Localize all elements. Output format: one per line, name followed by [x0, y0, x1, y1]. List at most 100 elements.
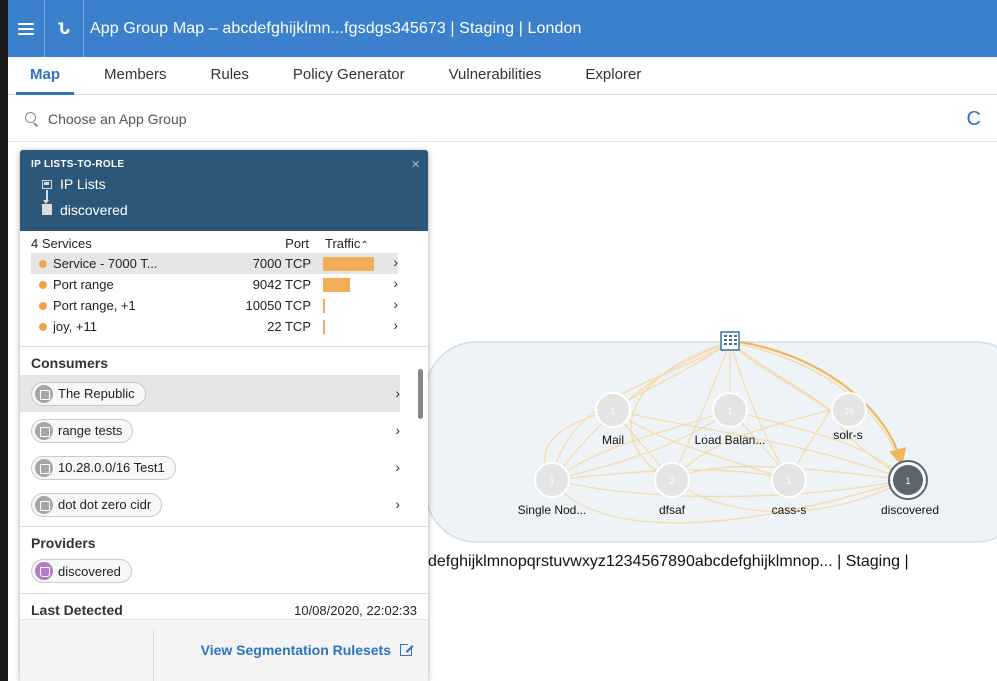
traffic-bar: [323, 256, 383, 271]
node-label-cass-s: cass-s: [771, 503, 807, 517]
services-section: 4 Services Port Traffic⌃ Service - 7000 …: [20, 231, 428, 337]
chevron-right-icon[interactable]: ›: [395, 385, 400, 401]
panel-header: IP LISTS-TO-ROLE × IP Lists discovered: [20, 150, 428, 231]
node-solr-s[interactable]: 26: [831, 392, 867, 428]
node-label-load-balancer: Load Balan...: [694, 433, 766, 447]
menu-icon[interactable]: [8, 0, 44, 57]
tab-rules[interactable]: Rules: [189, 57, 271, 95]
sort-icon[interactable]: ⌃: [360, 240, 368, 251]
tab-vulnerabilities[interactable]: Vulnerabilities: [427, 57, 564, 95]
app-header: Ն App Group Map – abcdefghijklmn...fgsdg…: [8, 0, 997, 57]
service-status-dot: [39, 301, 47, 310]
search-icon: [24, 111, 40, 127]
consumer-pill[interactable]: The Republic: [31, 381, 146, 406]
ip-list-icon: [35, 495, 53, 514]
tab-map[interactable]: Map: [8, 57, 82, 95]
external-link-icon: [400, 642, 414, 656]
traffic-bar: [323, 277, 383, 292]
consumer-row[interactable]: range tests ›: [20, 412, 400, 449]
window-edge: [0, 0, 8, 681]
node-count: 1: [905, 476, 910, 486]
role-icon: [35, 562, 53, 580]
traffic-column-header[interactable]: Traffic⌃: [325, 236, 369, 251]
panel-footer: View Segmentation Rulesets: [20, 619, 428, 681]
ip-list-icon: [35, 421, 53, 440]
service-name: joy, +11: [53, 319, 97, 334]
ip-list-icon: [35, 458, 53, 477]
tab-policy-generator[interactable]: Policy Generator: [271, 57, 427, 95]
chevron-right-icon[interactable]: ›: [393, 317, 398, 333]
node-single-node[interactable]: 1: [534, 462, 570, 498]
node-label-dfsaf: dfsaf: [658, 503, 686, 517]
chevron-right-icon[interactable]: ›: [395, 496, 400, 512]
chevron-right-icon[interactable]: ›: [393, 296, 398, 312]
node-label-single-node: Single Nod...: [517, 503, 587, 517]
node-dfsaf[interactable]: 2: [654, 462, 690, 498]
traffic-bar: [323, 298, 383, 313]
consumer-row[interactable]: The Republic ›: [20, 375, 400, 412]
service-row[interactable]: Port range, +1 10050 TCP ›: [20, 295, 428, 316]
service-name: Port range, +1: [53, 298, 136, 313]
service-port: 9042 TCP: [252, 277, 311, 292]
last-detected-label: Last Detected: [31, 602, 123, 618]
provider-pill[interactable]: discovered: [31, 559, 132, 583]
view-segmentation-rulesets-link[interactable]: View Segmentation Rulesets: [201, 642, 414, 658]
node-count: 1: [610, 406, 615, 416]
service-port: 10050 TCP: [245, 298, 311, 313]
node-count: 1: [727, 406, 732, 416]
node-label-mail: Mail: [601, 433, 625, 447]
last-detected-value: 10/08/2020, 22:02:33: [294, 602, 417, 618]
chevron-right-icon[interactable]: ›: [395, 459, 400, 475]
ip-list-icon: [35, 384, 53, 403]
back-icon[interactable]: Ն: [45, 0, 83, 57]
node-count: 1: [786, 476, 791, 486]
service-row[interactable]: joy, +11 22 TCP ›: [20, 316, 428, 337]
consumer-pill[interactable]: dot dot zero cidr: [31, 492, 163, 517]
service-name: Port range: [53, 277, 114, 292]
node-count: 26: [844, 406, 854, 416]
consumer-row[interactable]: 10.28.0.0/16 Test1 ›: [20, 449, 400, 486]
service-port: 22 TCP: [267, 319, 311, 334]
ip-lists-node[interactable]: [720, 331, 740, 351]
app-group-search-input[interactable]: [48, 110, 648, 127]
footer-divider: [153, 630, 154, 681]
ip-lists-to-role-panel: IP LISTS-TO-ROLE × IP Lists discovered 4…: [20, 150, 428, 681]
app-window: Ն App Group Map – abcdefghijklmn...fgsdg…: [8, 0, 997, 681]
node-count: 1: [549, 476, 554, 486]
node-label-discovered: discovered: [880, 503, 940, 517]
traffic-bar: [323, 319, 383, 334]
chevron-right-icon[interactable]: ›: [393, 254, 398, 270]
destination-label: discovered: [60, 202, 128, 218]
service-row[interactable]: Port range 9042 TCP ›: [20, 274, 428, 295]
consumers-title: Consumers: [31, 355, 109, 371]
services-count: 4 Services: [31, 235, 92, 251]
chevron-right-icon[interactable]: ›: [393, 275, 398, 291]
role-icon: [42, 204, 52, 215]
services-header: 4 Services Port Traffic⌃: [20, 233, 428, 253]
consumer-pill[interactable]: range tests: [31, 418, 134, 443]
tab-members[interactable]: Members: [82, 57, 189, 95]
service-status-dot: [39, 259, 47, 268]
consumer-row[interactable]: dot dot zero cidr ›: [20, 486, 400, 523]
port-column-header: Port: [285, 235, 309, 251]
ip-list-icon: [42, 180, 52, 189]
close-icon[interactable]: ×: [411, 156, 420, 173]
node-mail[interactable]: 1: [595, 392, 631, 428]
chevron-right-icon[interactable]: ›: [395, 422, 400, 438]
node-label-solr-s: solr-s: [833, 428, 863, 442]
provider-row[interactable]: discovered: [20, 555, 400, 587]
node-count: 2: [669, 476, 674, 486]
page-title: App Group Map – abcdefghijklmn...fgsdgs3…: [90, 19, 582, 37]
node-load-balancer[interactable]: 1: [712, 392, 748, 428]
providers-title: Providers: [31, 535, 96, 551]
refresh-icon[interactable]: C: [967, 108, 981, 131]
consumer-pill[interactable]: 10.28.0.0/16 Test1: [31, 455, 176, 480]
panel-caption: IP LISTS-TO-ROLE: [31, 159, 125, 170]
service-row[interactable]: Service - 7000 T... 7000 TCP ›: [20, 253, 428, 274]
tab-explorer[interactable]: Explorer: [563, 57, 663, 95]
node-discovered[interactable]: 1: [888, 460, 928, 500]
node-cass-s[interactable]: 1: [771, 462, 807, 498]
app-group-label: defghijklmnopqrstuvwxyz1234567890abcdefg…: [428, 553, 909, 570]
source-label: IP Lists: [60, 176, 106, 192]
consumers-scrollbar[interactable]: [418, 369, 423, 419]
